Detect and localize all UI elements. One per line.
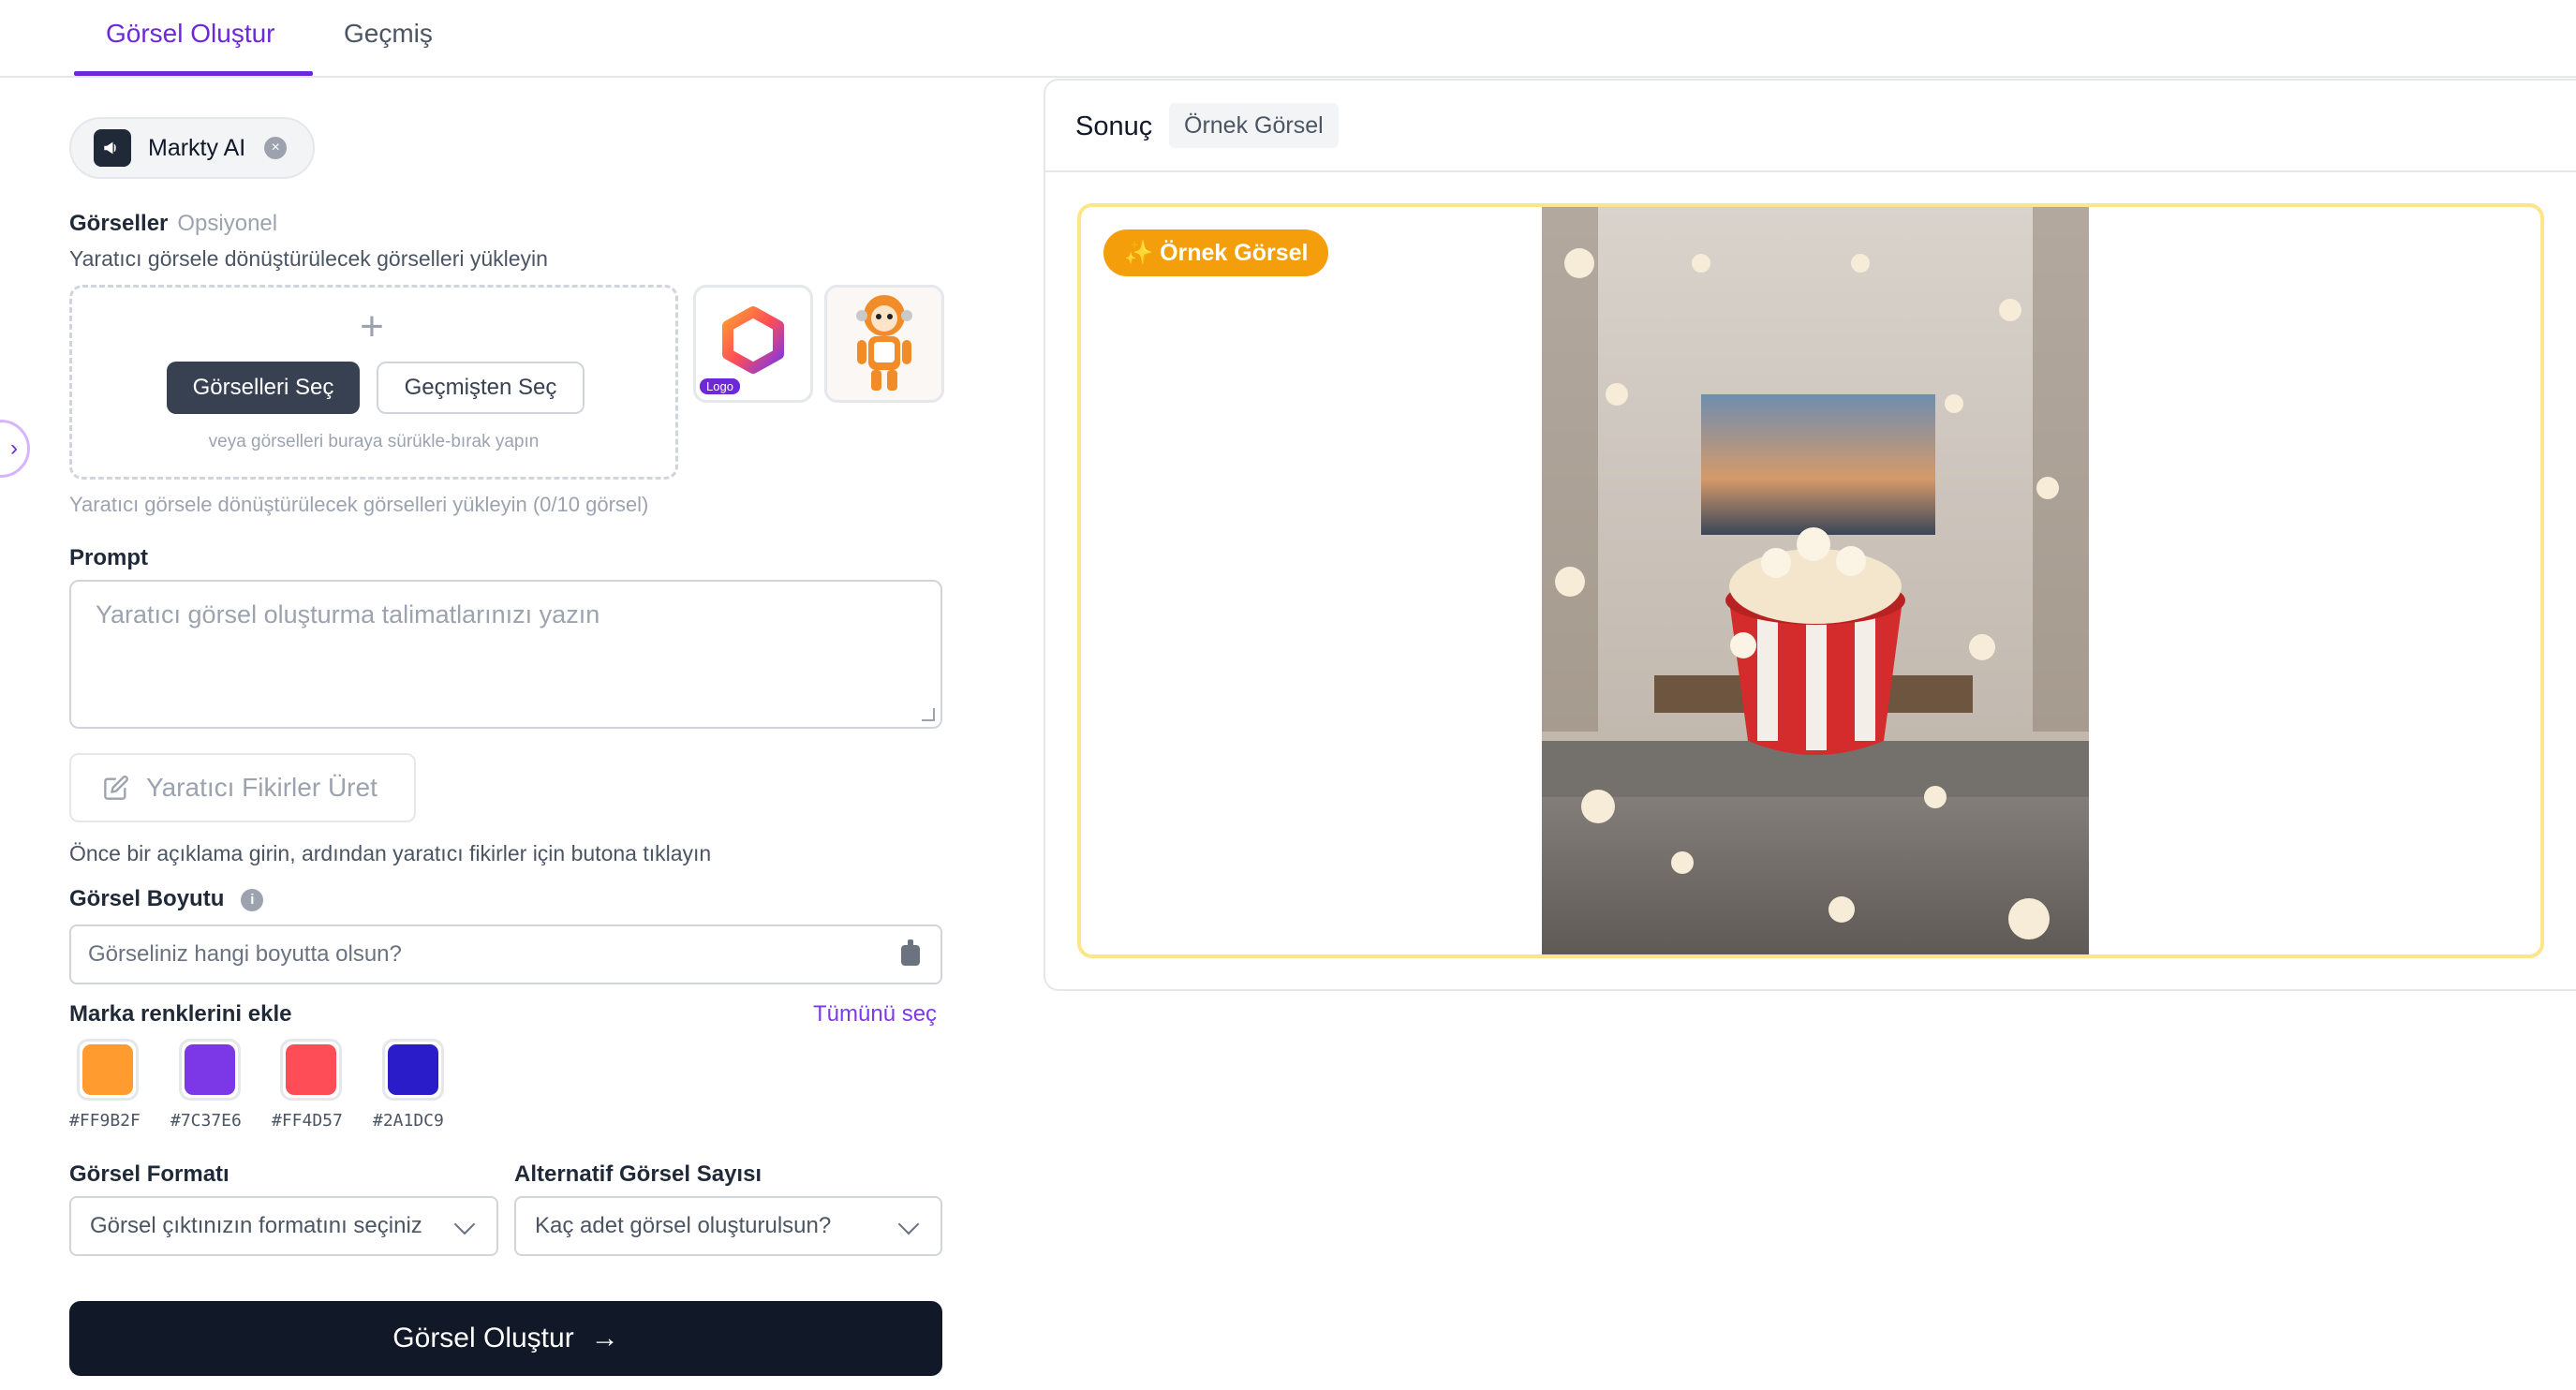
brand-colors-label: Marka renklerini ekle [69,1001,292,1027]
thumbnail-mascot[interactable] [824,285,944,403]
image-dropzone[interactable]: + Görselleri Seç Geçmişten Seç veya görs… [69,285,678,480]
tab-create-image[interactable]: Görsel Oluştur [106,19,275,49]
optional-tag: Opsiyonel [177,211,278,236]
sidebar-toggle-button[interactable]: › [0,420,30,478]
generate-image-button[interactable]: Görsel Oluştur → [69,1301,942,1376]
result-image[interactable] [1542,207,2089,958]
sample-image-badge: ✨ Örnek Görsel [1103,229,1329,276]
robot-mascot-icon [827,288,941,400]
color-hex-label: #2A1DC9 [373,1111,444,1131]
format-placeholder: Görsel çıktınızın formatını seçiniz [90,1213,422,1238]
thumbnail-logo[interactable]: Logo [693,285,813,403]
color-fill [82,1044,133,1095]
result-panel: Sonuç Örnek Görsel ✨ Örnek Görsel [1044,79,2576,991]
images-count-hint: Yaratıcı görsele dönüştürülecek görselle… [69,493,649,516]
generate-image-label: Görsel Oluştur [392,1323,574,1353]
color-fill [286,1044,336,1095]
brand-chip-label: Markty AI [148,134,246,161]
sample-image-tag: Örnek Görsel [1169,103,1339,148]
chevron-right-icon: › [10,436,18,461]
generate-ideas-button[interactable]: Yaratıcı Fikirler Üret [69,753,416,822]
images-description: Yaratıcı görsele dönüştürülecek görselle… [69,246,548,271]
alternatives-label: Alternatif Görsel Sayısı [514,1161,762,1187]
tab-bar: Görsel Oluştur Geçmiş [0,0,2576,78]
plus-icon: + [360,303,384,349]
format-label: Görsel Formatı [69,1161,229,1187]
megaphone-icon [94,129,131,167]
alternatives-select[interactable]: Kaç adet görsel oluşturulsun? [514,1196,942,1256]
prompt-placeholder: Yaratıcı görsel oluşturma talimatlarınız… [96,600,600,628]
active-tab-indicator [74,71,313,76]
size-placeholder: Görseliniz hangi boyutta olsun? [88,941,402,967]
color-hex-label: #FF9B2F [69,1111,141,1131]
clipboard-icon [901,939,920,966]
chevron-down-icon [897,1213,920,1235]
select-from-history-button[interactable]: Geçmişten Seç [377,362,585,414]
color-fill [388,1044,438,1095]
size-label: Görsel Boyutu i [69,886,264,912]
resize-handle-icon[interactable] [922,708,935,721]
brand-chip[interactable]: Markty AI × [69,117,315,179]
edit-icon [104,776,128,800]
color-swatch[interactable] [77,1039,139,1101]
result-title: Sonuç [1075,111,1153,141]
close-icon[interactable]: × [264,137,288,159]
ideas-hint: Önce bir açıklama girin, ardından yaratı… [69,841,712,865]
size-label-text: Görsel Boyutu [69,886,225,911]
tab-history[interactable]: Geçmiş [344,19,433,49]
prompt-textarea[interactable]: Yaratıcı görsel oluşturma talimatlarınız… [69,580,942,729]
info-icon[interactable]: i [241,888,264,911]
images-label: Görseller Opsiyonel [69,211,277,237]
color-fill [185,1044,235,1095]
result-header: Sonuç Örnek Görsel [1045,81,2576,172]
alternatives-placeholder: Kaç adet görsel oluşturulsun? [535,1213,832,1238]
color-hex-label: #FF4D57 [272,1111,343,1131]
select-all-link[interactable]: Tümünü seç [813,1001,937,1028]
size-input[interactable]: Görseliniz hangi boyutta olsun? [69,924,942,984]
color-swatch[interactable] [280,1039,342,1101]
select-images-button[interactable]: Görselleri Seç [167,362,360,414]
color-swatch[interactable] [179,1039,241,1101]
result-image-frame: ✨ Örnek Görsel [1077,203,2544,958]
logo-badge: Logo [700,378,740,394]
chevron-down-icon [453,1213,476,1235]
format-select[interactable]: Görsel çıktınızın formatını seçiniz [69,1196,498,1256]
drop-hint: veya görselleri buraya sürükle-bırak yap… [208,432,540,451]
color-hex-label: #7C37E6 [170,1111,242,1131]
color-swatch[interactable] [382,1039,444,1101]
images-label-text: Görseller [69,211,169,236]
arrow-right-icon: → [590,1323,619,1353]
prompt-label: Prompt [69,545,148,570]
generate-ideas-label: Yaratıcı Fikirler Üret [146,773,378,802]
